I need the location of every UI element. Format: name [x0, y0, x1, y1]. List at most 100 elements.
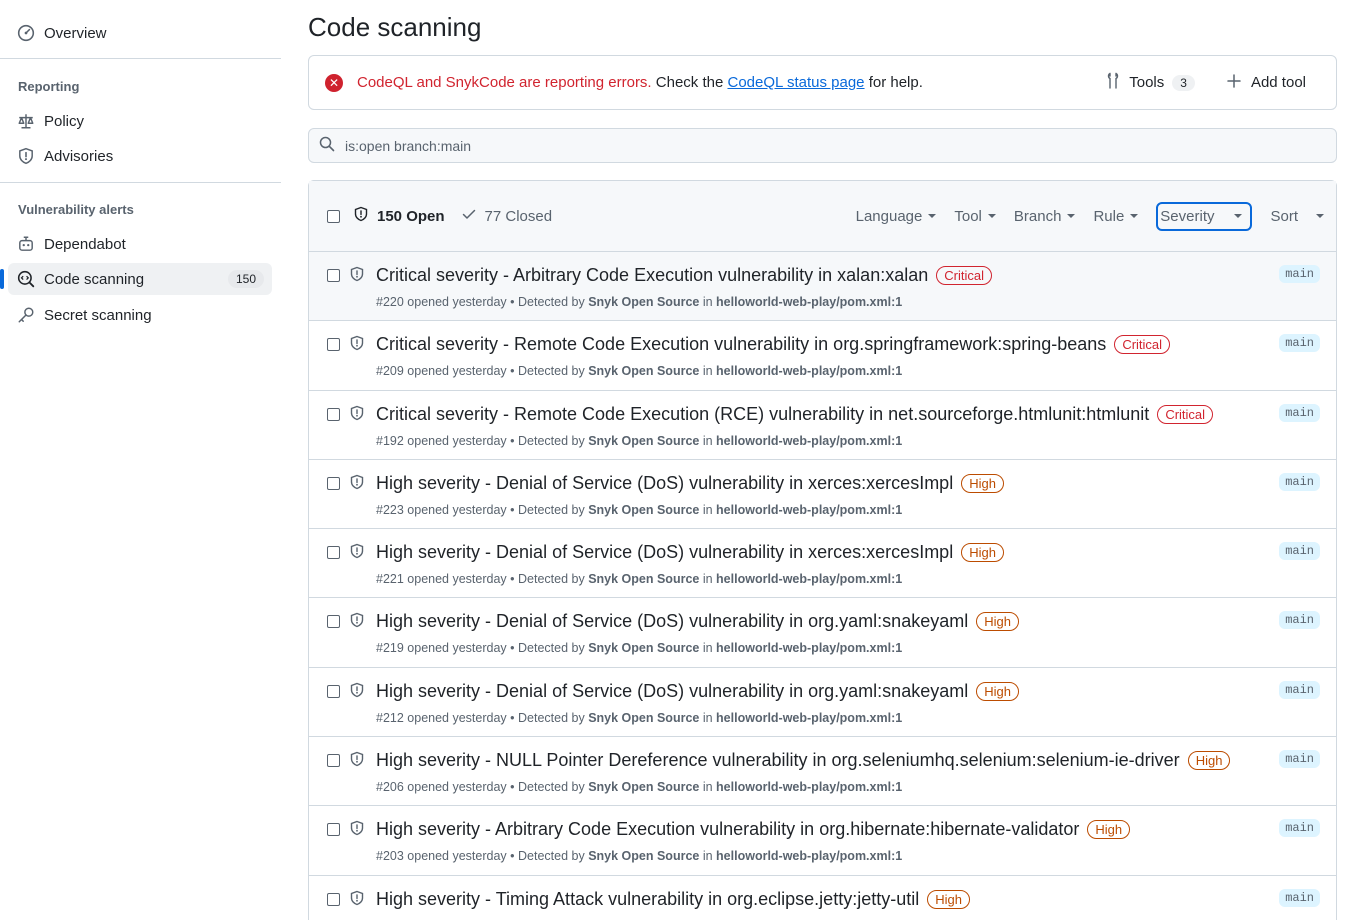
branch-label[interactable]: main: [1279, 265, 1320, 283]
alert-title: Critical severity - Arbitrary Code Execu…: [376, 265, 929, 285]
row-checkbox[interactable]: [327, 684, 340, 698]
alert-title-link[interactable]: Critical severity - Remote Code Executio…: [376, 404, 1214, 425]
sidebar-item-dependabot[interactable]: Dependabot: [8, 228, 272, 260]
alert-tool: Snyk Open Source: [588, 433, 700, 448]
sidebar-item-secret-scanning[interactable]: Secret scanning: [8, 299, 272, 331]
alert-title-link[interactable]: Critical severity - Remote Code Executio…: [376, 334, 1171, 355]
row-checkbox[interactable]: [327, 754, 340, 768]
branch-label[interactable]: main: [1279, 680, 1320, 699]
search-bar[interactable]: [308, 128, 1337, 163]
search-input[interactable]: [345, 137, 1245, 154]
table-header: 150 Open 77 Closed Language Tool Branch …: [309, 181, 1336, 252]
row-checkbox[interactable]: [327, 615, 340, 629]
table-row[interactable]: High severity - NULL Pointer Dereference…: [309, 737, 1336, 807]
sidebar-item-label: Dependabot: [44, 235, 126, 253]
alert-opened: opened yesterday: [407, 364, 507, 379]
alert-title-link[interactable]: High severity - Denial of Service (DoS) …: [376, 542, 1004, 563]
meta-separator: • Detected by: [506, 502, 589, 517]
severity-badge: High: [961, 543, 1004, 563]
table-row[interactable]: Critical severity - Remote Code Executio…: [309, 321, 1336, 391]
tool-filter[interactable]: Tool: [954, 208, 996, 225]
severity-badge: Critical: [1114, 335, 1171, 355]
sidebar-item-overview[interactable]: Overview: [8, 17, 272, 49]
table-row[interactable]: High severity - Timing Attack vulnerabil…: [309, 876, 1336, 920]
alert-number: #206: [376, 780, 404, 795]
sidebar-item-policy[interactable]: Policy: [8, 105, 272, 137]
alert-title-link[interactable]: High severity - Denial of Service (DoS) …: [376, 473, 1004, 494]
open-label: 150 Open: [377, 207, 445, 225]
sidebar-divider: [0, 182, 281, 183]
branch-label[interactable]: main: [1279, 819, 1320, 838]
alert-title-link[interactable]: High severity - Arbitrary Code Execution…: [376, 819, 1131, 840]
alert-title-link[interactable]: High severity - NULL Pointer Dereference…: [376, 750, 1231, 771]
closed-filter[interactable]: 77 Closed: [461, 206, 552, 226]
rule-filter[interactable]: Rule: [1093, 208, 1139, 225]
row-checkbox[interactable]: [327, 892, 340, 906]
row-checkbox[interactable]: [327, 338, 340, 352]
branch-label[interactable]: main: [1279, 334, 1320, 353]
severity-badge: High: [1187, 751, 1231, 771]
row-checkbox[interactable]: [327, 269, 340, 282]
branch-label[interactable]: main: [1279, 403, 1320, 422]
alert-number: #219: [376, 641, 404, 656]
severity-filter[interactable]: Severity: [1156, 201, 1253, 231]
row-checkbox[interactable]: [327, 476, 340, 490]
branch-label[interactable]: main: [1279, 888, 1320, 907]
open-filter[interactable]: 150 Open: [353, 206, 445, 226]
check-icon: [461, 206, 477, 226]
alert-file: helloworld-web-play/pom.xml:1: [716, 710, 903, 725]
alert-title: High severity - Denial of Service (DoS) …: [376, 611, 969, 632]
table-row[interactable]: High severity - Denial of Service (DoS) …: [309, 598, 1336, 668]
shield-icon: [349, 682, 365, 701]
sidebar-item-label: Advisories: [44, 147, 114, 165]
alert-title-link[interactable]: High severity - Timing Attack vulnerabil…: [376, 889, 970, 910]
alert-meta: #219 opened yesterday • Detected by Snyk…: [376, 641, 902, 655]
row-checkbox[interactable]: [327, 823, 340, 837]
language-filter[interactable]: Language: [856, 208, 937, 225]
alert-title: High severity - Denial of Service (DoS) …: [376, 542, 954, 563]
sidebar-item-advisories[interactable]: Advisories: [8, 140, 272, 172]
severity-badge: High: [976, 681, 1019, 701]
tools-button[interactable]: Tools 3: [1105, 72, 1195, 94]
codeql-status-link[interactable]: CodeQL status page: [727, 74, 864, 91]
meta-in: in: [699, 641, 717, 656]
alert-title-link[interactable]: Critical severity - Arbitrary Code Execu…: [376, 265, 992, 286]
filter-bar: Language Tool Branch Rule Severity Sort: [856, 201, 1324, 231]
meta-in: in: [699, 364, 717, 379]
triangle-down-icon: [928, 214, 937, 218]
branch-filter[interactable]: Branch: [1014, 208, 1076, 225]
alert-title-link[interactable]: High severity - Denial of Service (DoS) …: [376, 681, 1019, 702]
meta-in: in: [699, 433, 717, 448]
table-row[interactable]: Critical severity - Remote Code Executio…: [309, 391, 1336, 460]
branch-label[interactable]: main: [1279, 611, 1320, 630]
meter-icon: [16, 23, 36, 43]
shield-icon: [349, 405, 365, 424]
meta-separator: • Detected by: [506, 849, 589, 864]
alert-number: #212: [376, 710, 404, 725]
add-tool-button[interactable]: Add tool: [1227, 73, 1306, 92]
alert-tool: Snyk Open Source: [588, 849, 700, 864]
sidebar-heading-vulnerability-alerts: Vulnerability alerts: [18, 202, 134, 217]
branch-label[interactable]: main: [1279, 750, 1320, 769]
meta-in: in: [699, 502, 717, 517]
table-row[interactable]: High severity - Denial of Service (DoS) …: [309, 529, 1336, 599]
row-checkbox[interactable]: [327, 407, 340, 421]
plus-icon: [1227, 73, 1241, 92]
sort-filter[interactable]: Sort: [1270, 208, 1324, 225]
table-row[interactable]: High severity - Denial of Service (DoS) …: [309, 460, 1336, 530]
table-row[interactable]: High severity - Denial of Service (DoS) …: [309, 668, 1336, 738]
alert-file: helloworld-web-play/pom.xml:1: [716, 641, 903, 656]
branch-label[interactable]: main: [1279, 472, 1320, 491]
table-row[interactable]: High severity - Arbitrary Code Execution…: [309, 806, 1336, 876]
table-row[interactable]: Critical severity - Arbitrary Code Execu…: [309, 252, 1336, 322]
search-icon: [319, 136, 335, 155]
shield-icon: [353, 206, 369, 226]
alert-meta: #212 opened yesterday • Detected by Snyk…: [376, 711, 902, 725]
sidebar-item-code-scanning[interactable]: Code scanning 150: [0, 263, 272, 295]
filter-label: Severity: [1160, 207, 1215, 225]
alert-meta: #220 opened yesterday • Detected by Snyk…: [376, 295, 902, 309]
alert-title-link[interactable]: High severity - Denial of Service (DoS) …: [376, 611, 1019, 632]
row-checkbox[interactable]: [327, 546, 340, 560]
branch-label[interactable]: main: [1279, 542, 1320, 561]
select-all-checkbox[interactable]: [327, 209, 340, 223]
